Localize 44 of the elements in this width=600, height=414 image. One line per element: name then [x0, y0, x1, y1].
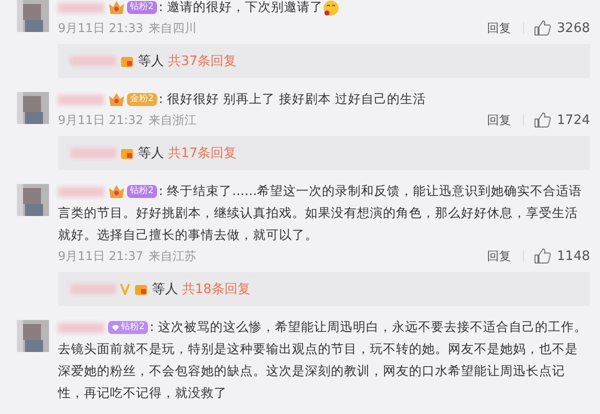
- blurred-username: [58, 186, 104, 197]
- blurred-username: [58, 322, 104, 333]
- reply-button[interactable]: 回复: [486, 250, 524, 262]
- like-button[interactable]: 3268: [534, 20, 590, 36]
- colon: :: [158, 0, 163, 14]
- thumbs-up-icon: [534, 20, 551, 36]
- reply-button[interactable]: 回复: [486, 114, 524, 126]
- comment-text: 钻粉2 : 终于结束了……希望这一次的录制和反馈，能让迅意识到她确实不合适语言类的节目。好好挑剧本，继续认真拍戏。如果没有想演的角色，那么好好休息，享受生活就好。选择自己擅长的事情去做，就可以了。: [58, 182, 583, 244]
- comment-text: 金粉2 : 很好很好 别再上了 接好剧本 过好自己的生活: [58, 88, 590, 110]
- badge-icon: [120, 54, 134, 68]
- colon: :: [150, 319, 154, 334]
- comment-text: 钻粉2 : 邀请的很好，下次别邀请了: [58, 0, 590, 18]
- avatar: [17, 320, 49, 352]
- badge-icon: [120, 146, 134, 160]
- fan-badge: 钻粉2: [108, 321, 148, 334]
- crown-icon: [108, 0, 125, 16]
- comment-text: 钻粉2 : 这次被骂的这么惨，希望能让周迅明白，永远不要去接不适合自己的工作。去镜头面前就不是玩，特别是这种要输出观点的节目，玩不转的她。网友不是她妈，也不是深爱她的粉丝，不会包容她的缺点。这次是深刻的教训，网友的口水希望能让周迅长点记性，再记吃不记得，就没救了: [58, 318, 588, 402]
- others-label: 等人: [138, 145, 164, 162]
- comment-time: 9月11日 21:32: [58, 112, 144, 128]
- others-label: 等人: [138, 53, 164, 70]
- colon: :: [158, 183, 163, 198]
- comment-time: 9月11日 21:37: [58, 248, 144, 264]
- blurred-username: [70, 148, 116, 158]
- avatar: [17, 0, 49, 32]
- like-button[interactable]: 1148: [534, 248, 590, 264]
- reply-button[interactable]: 回复: [486, 22, 524, 34]
- blurred-username: [58, 94, 104, 105]
- crown-icon: [108, 92, 125, 108]
- blurred-username: [70, 284, 116, 294]
- blurred-username: [70, 56, 116, 66]
- thumbs-up-icon: [534, 112, 551, 128]
- avatar: [17, 92, 49, 124]
- comment-location: 来自浙江: [148, 112, 196, 128]
- others-label: 等人: [152, 281, 178, 298]
- avatar: [17, 184, 49, 216]
- crown-icon: [108, 184, 125, 200]
- comment-location: 来自四川: [148, 20, 196, 36]
- comment-location: 来自江苏: [148, 248, 196, 264]
- like-button[interactable]: 1724: [534, 112, 590, 128]
- comment-time: 9月11日 21:33: [58, 20, 144, 36]
- blurred-username: [58, 2, 104, 13]
- thumbs-up-icon: [534, 248, 551, 264]
- badge-icon: [134, 282, 148, 296]
- colon: :: [158, 91, 163, 106]
